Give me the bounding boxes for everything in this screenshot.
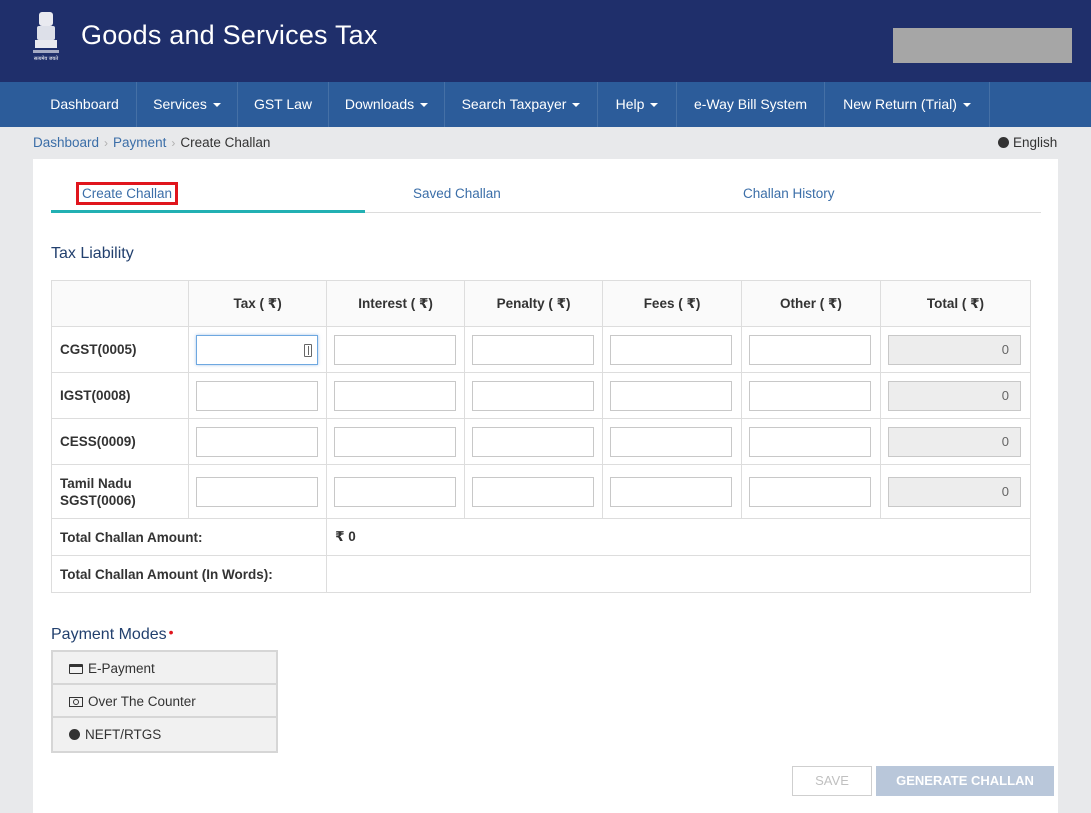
nav-new-return[interactable]: New Return (Trial) (825, 82, 990, 127)
payment-modes-label: Payment Modes (51, 626, 167, 643)
save-button[interactable]: SAVE (792, 766, 872, 796)
chevron-down-icon (650, 103, 659, 108)
chevron-right-icon: › (171, 136, 176, 150)
globe-icon (69, 729, 80, 740)
breadcrumb: Dashboard › Payment › Create Challan (33, 135, 270, 150)
payment-mode-over-the-counter[interactable]: Over The Counter (53, 685, 276, 718)
chevron-down-icon (212, 103, 221, 108)
chevron-down-icon (572, 103, 581, 108)
credit-card-icon (69, 664, 83, 674)
cgst-fees-input[interactable] (610, 334, 733, 365)
nav-gst-law[interactable]: GST Law (238, 82, 329, 127)
language-selector[interactable]: English (998, 135, 1057, 150)
cgst-interest-input[interactable] (334, 334, 457, 365)
nav-dashboard[interactable]: Dashboard (33, 82, 137, 127)
nav-downloads[interactable]: Downloads (329, 82, 445, 127)
column-header-other: Other ( ₹) (741, 280, 881, 327)
table-row-total-amount: Total Challan Amount: ₹ 0 (50, 518, 1031, 556)
payment-mode-epayment[interactable]: E-Payment (53, 652, 276, 685)
total-amount-value: ₹ 0 (326, 518, 1031, 556)
table-header-blank (50, 280, 190, 327)
payment-modes-list: E-Payment Over The Counter NEFT/RTGS (51, 650, 278, 753)
row-label: Tamil Nadu SGST(0006) (50, 464, 190, 519)
row-label: IGST(0008) (50, 372, 190, 419)
chevron-down-icon (962, 103, 971, 108)
required-indicator: • (168, 624, 174, 640)
active-tab-indicator (51, 210, 365, 213)
table-row-cgst: CGST(0005) 0 (50, 326, 1032, 373)
national-emblem-icon: सत्यमेव जयते (33, 12, 59, 62)
tab-create-challan[interactable]: Create Challan (76, 182, 179, 205)
igst-tax-input[interactable] (196, 380, 319, 411)
nav-search-taxpayer[interactable]: Search Taxpayer (445, 82, 598, 127)
breadcrumb-payment[interactable]: Payment (113, 135, 166, 150)
table-row-sgst: Tamil Nadu SGST(0006) 0 (50, 464, 1032, 519)
total-words-value (326, 555, 1031, 593)
table-row-total-words: Total Challan Amount (In Words): (50, 555, 1031, 593)
sgst-other-input[interactable] (749, 476, 871, 507)
cess-total-field: 0 (887, 426, 1021, 457)
column-header-fees: Fees ( ₹) (602, 280, 742, 327)
user-info-box[interactable] (893, 28, 1072, 63)
tab-saved-challan[interactable]: Saved Challan (413, 186, 501, 201)
site-title: Goods and Services Tax (81, 20, 378, 50)
breadcrumb-current: Create Challan (180, 135, 271, 150)
text-cursor-icon (304, 343, 313, 357)
cgst-tax-input[interactable] (196, 334, 319, 365)
sgst-fees-input[interactable] (610, 476, 733, 507)
cess-interest-input[interactable] (334, 426, 457, 457)
cash-icon (69, 697, 83, 707)
svg-text:सत्यमेव जयते: सत्यमेव जयते (34, 55, 58, 62)
language-label: English (1013, 135, 1058, 150)
breadcrumb-dashboard[interactable]: Dashboard (33, 135, 99, 150)
globe-icon (998, 137, 1009, 148)
row-label: CGST(0005) (50, 326, 190, 373)
igst-fees-input[interactable] (610, 380, 733, 411)
total-amount-label: Total Challan Amount: (50, 518, 328, 556)
tax-liability-table: Tax ( ₹) Interest ( ₹) Penalty ( ₹) Fees… (50, 280, 1032, 593)
sgst-interest-input[interactable] (334, 476, 457, 507)
main-nav: Dashboard Services GST Law Downloads Sea… (0, 82, 1091, 127)
igst-interest-input[interactable] (334, 380, 457, 411)
generate-challan-button[interactable]: GENERATE CHALLAN (876, 766, 1054, 796)
chevron-right-icon: › (104, 136, 109, 150)
igst-penalty-input[interactable] (472, 380, 595, 411)
row-label: CESS(0009) (50, 418, 190, 465)
tab-challan-history[interactable]: Challan History (743, 186, 835, 201)
sgst-total-field: 0 (887, 476, 1021, 507)
sgst-penalty-input[interactable] (472, 476, 595, 507)
nav-help[interactable]: Help (598, 82, 677, 127)
payment-mode-neft-rtgs[interactable]: NEFT/RTGS (53, 718, 276, 751)
sgst-tax-input[interactable] (196, 476, 319, 507)
cgst-penalty-input[interactable] (472, 334, 595, 365)
column-header-total: Total ( ₹) (879, 280, 1032, 327)
cess-fees-input[interactable] (610, 426, 733, 457)
cgst-total-field: 0 (887, 334, 1021, 365)
nav-eway-bill[interactable]: e-Way Bill System (677, 82, 825, 127)
table-row-cess: CESS(0009) 0 (50, 418, 1032, 465)
tax-liability-title: Tax Liability (51, 245, 134, 262)
cess-other-input[interactable] (749, 426, 871, 457)
cgst-other-input[interactable] (749, 334, 871, 365)
igst-total-field: 0 (887, 380, 1021, 411)
column-header-penalty: Penalty ( ₹) (464, 280, 604, 327)
cess-tax-input[interactable] (196, 426, 319, 457)
chevron-down-icon (420, 103, 429, 108)
total-words-label: Total Challan Amount (In Words): (50, 555, 328, 593)
site-header: सत्यमेव जयते Goods and Services Tax (0, 0, 1091, 82)
column-header-interest: Interest ( ₹) (326, 280, 466, 327)
create-challan-panel: Create Challan Saved Challan Challan His… (33, 159, 1058, 813)
column-header-tax: Tax ( ₹) (188, 280, 328, 327)
payment-modes-title: Payment Modes • (51, 624, 174, 644)
igst-other-input[interactable] (749, 380, 871, 411)
nav-services[interactable]: Services (137, 82, 238, 127)
cess-penalty-input[interactable] (472, 426, 595, 457)
table-row-igst: IGST(0008) 0 (50, 372, 1032, 419)
